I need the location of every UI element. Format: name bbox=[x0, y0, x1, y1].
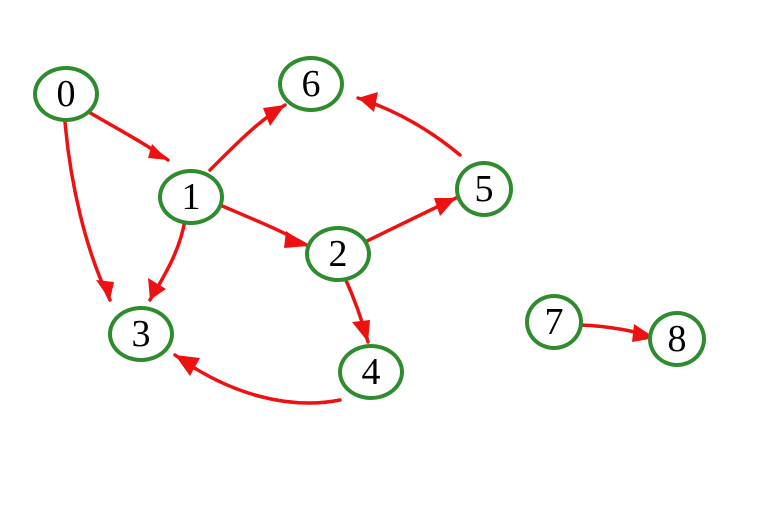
graph-node-0: 0 bbox=[33, 66, 99, 122]
graph-node-7: 7 bbox=[525, 294, 583, 350]
node-label: 0 bbox=[57, 72, 76, 116]
node-label: 1 bbox=[182, 175, 201, 219]
node-label: 5 bbox=[475, 167, 494, 211]
graph-canvas: 0 6 1 5 2 3 7 4 8 bbox=[0, 0, 779, 507]
graph-node-6: 6 bbox=[278, 56, 344, 112]
graph-node-3: 3 bbox=[108, 306, 174, 362]
node-label: 4 bbox=[362, 350, 381, 394]
node-label: 2 bbox=[329, 232, 348, 276]
graph-edges bbox=[0, 0, 779, 507]
graph-node-5: 5 bbox=[455, 161, 513, 217]
graph-node-4: 4 bbox=[338, 344, 404, 400]
node-label: 8 bbox=[668, 317, 687, 361]
node-label: 7 bbox=[545, 300, 564, 344]
graph-node-2: 2 bbox=[305, 226, 371, 282]
node-label: 3 bbox=[132, 312, 151, 356]
graph-node-1: 1 bbox=[158, 169, 224, 225]
node-label: 6 bbox=[302, 62, 321, 106]
graph-node-8: 8 bbox=[648, 311, 706, 367]
